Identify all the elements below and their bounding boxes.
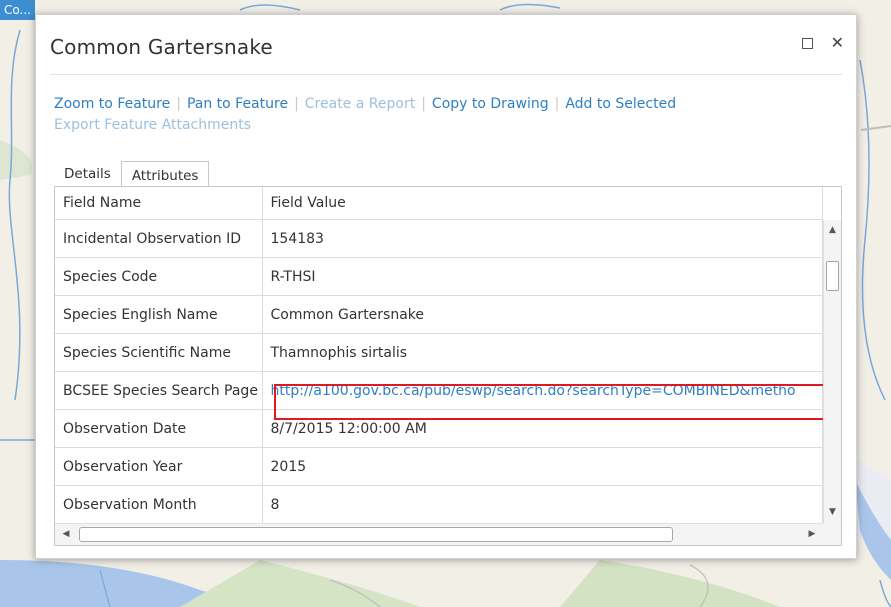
zoom-to-feature-link[interactable]: Zoom to Feature bbox=[54, 96, 170, 112]
column-header-field-name[interactable]: Field Name bbox=[55, 187, 263, 220]
table-row: Species Scientific Name Thamnophis sirta… bbox=[55, 333, 823, 372]
horizontal-scrollbar[interactable]: ◀ ▶ bbox=[55, 523, 823, 545]
field-value-cell: 8 bbox=[262, 485, 823, 523]
pan-to-feature-link[interactable]: Pan to Feature bbox=[187, 96, 288, 112]
divider: | bbox=[554, 96, 560, 112]
field-value-cell: Common Gartersnake bbox=[262, 295, 823, 334]
field-name-cell: Incidental Observation ID bbox=[55, 220, 263, 258]
attributes-table: Field Name Field Value Incidental Observ… bbox=[54, 186, 842, 546]
export-attachments-link: Export Feature Attachments bbox=[54, 117, 251, 133]
field-value-cell: R-THSI bbox=[262, 257, 823, 296]
scrollbar-corner bbox=[823, 523, 841, 545]
field-value-cell: 154183 bbox=[262, 220, 823, 258]
table-row: Species English Name Common Gartersnake bbox=[55, 295, 823, 334]
field-name-cell: Observation Year bbox=[55, 447, 263, 486]
popup-tabs: Details Attributes bbox=[54, 160, 210, 187]
scroll-right-icon[interactable]: ▶ bbox=[803, 524, 821, 545]
tab-attributes[interactable]: Attributes bbox=[120, 161, 210, 187]
divider: | bbox=[176, 96, 181, 112]
scroll-left-icon[interactable]: ◀ bbox=[57, 524, 75, 545]
add-to-selected-link[interactable]: Add to Selected bbox=[565, 96, 676, 112]
divider: | bbox=[421, 96, 426, 112]
field-name-cell: Species English Name bbox=[55, 295, 263, 334]
field-name-cell: BCSEE Species Search Page bbox=[55, 371, 263, 410]
table-row: Species Code R-THSI bbox=[55, 257, 823, 296]
close-icon[interactable]: ✕ bbox=[831, 35, 844, 51]
field-value-cell: http://a100.gov.bc.ca/pub/eswp/search.do… bbox=[262, 371, 823, 410]
table-row: Observation Date 8/7/2015 12:00:00 AM bbox=[55, 409, 823, 448]
divider: | bbox=[294, 96, 299, 112]
title-divider bbox=[50, 74, 842, 75]
field-name-cell: Species Code bbox=[55, 257, 263, 296]
copy-to-drawing-link[interactable]: Copy to Drawing bbox=[432, 96, 549, 112]
scroll-down-icon[interactable]: ▼ bbox=[824, 504, 841, 521]
vertical-scrollbar[interactable]: ▲ ▼ bbox=[823, 220, 841, 523]
table-row: BCSEE Species Search Page http://a100.go… bbox=[55, 371, 823, 410]
table-header-row: Field Name Field Value bbox=[55, 187, 823, 220]
table-body[interactable]: Incidental Observation ID 154183 Species… bbox=[55, 220, 841, 523]
field-value-cell: Thamnophis sirtalis bbox=[262, 333, 823, 372]
vertical-scroll-thumb[interactable] bbox=[826, 261, 839, 291]
field-name-cell: Observation Date bbox=[55, 409, 263, 448]
scroll-up-icon[interactable]: ▲ bbox=[824, 222, 841, 239]
column-header-field-value[interactable]: Field Value bbox=[262, 187, 823, 220]
window-controls: ✕ bbox=[801, 35, 844, 51]
horizontal-scroll-thumb[interactable] bbox=[79, 527, 673, 542]
field-value-cell: 8/7/2015 12:00:00 AM bbox=[262, 409, 823, 448]
action-links: Zoom to Feature | Pan to Feature | Create a … bbox=[54, 94, 774, 136]
create-report-link: Create a Report bbox=[304, 96, 416, 112]
maximize-icon[interactable] bbox=[801, 37, 813, 49]
table-row: Incidental Observation ID 154183 bbox=[55, 220, 823, 258]
field-name-cell: Species Scientific Name bbox=[55, 333, 263, 372]
field-value-cell: 2015 bbox=[262, 447, 823, 486]
table-row: Observation Year 2015 bbox=[55, 447, 823, 486]
field-name-cell: Observation Month bbox=[55, 485, 263, 523]
map-tab-label[interactable]: Co... bbox=[0, 0, 35, 20]
tab-details[interactable]: Details bbox=[54, 160, 121, 186]
feature-popup: Common Gartersnake ✕ Zoom to Feature | Pan… bbox=[35, 14, 857, 559]
table-row: Observation Month 8 bbox=[55, 485, 823, 523]
bcsee-search-link[interactable]: http://a100.gov.bc.ca/pub/eswp/search.do… bbox=[271, 383, 796, 399]
popup-title: Common Gartersnake bbox=[50, 35, 273, 59]
